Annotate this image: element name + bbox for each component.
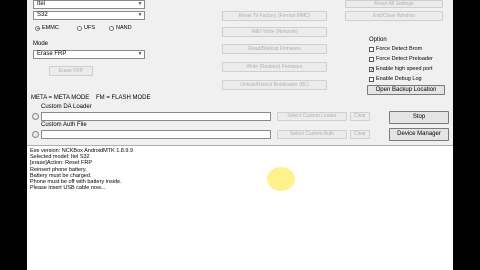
- checkbox-box: [369, 46, 374, 52]
- clear-custom-auth-button[interactable]: Clear: [350, 130, 370, 139]
- imei-write-button[interactable]: IMEI Write (Network): [222, 27, 327, 37]
- reset-factory-button[interactable]: Reset To Factory (Format MMC): [222, 11, 327, 21]
- chevron-down-icon: ▼: [137, 1, 143, 7]
- cursor-highlight: [267, 167, 295, 191]
- custom-auth-label: Custom Auth File: [41, 122, 87, 128]
- chevron-down-icon: ▼: [137, 51, 143, 57]
- mode-select-value: Erase FRP: [37, 51, 67, 57]
- checkbox-force-brom[interactable]: Force Detect Brom: [369, 46, 422, 52]
- app-window: Itel ▼ S32 ▼ EMMC UFS NAND Mode Erase FR…: [27, 0, 453, 270]
- unlock-bootloader-button[interactable]: Unlock/Relock Bootloader (BL): [222, 80, 327, 90]
- checkbox-box: [369, 56, 374, 62]
- log-output: Exe version: NCKBox AndroidMTK 1.8.9.9 S…: [27, 145, 453, 270]
- mode-label: Mode: [33, 41, 49, 47]
- checkbox-box: [369, 76, 374, 82]
- exit-button[interactable]: Exit/Close Window: [345, 11, 443, 21]
- radio-label: EMMC: [42, 25, 59, 31]
- flash-mode-legend: FM = FLASH MODE: [96, 95, 151, 101]
- checkbox-debug-log[interactable]: Enable Debug Log: [369, 76, 422, 82]
- custom-da-toggle[interactable]: [32, 113, 39, 120]
- checkbox-label: Force Detect Preloader: [376, 56, 433, 62]
- reset-settings-button[interactable]: Reset All Settings: [345, 0, 443, 8]
- radio-dot: [109, 25, 114, 31]
- meta-mode-legend: META = META MODE: [31, 95, 90, 101]
- checkbox-high-speed[interactable]: ✓ Enable high speed port: [369, 66, 433, 72]
- brand-select[interactable]: Itel ▼: [33, 0, 145, 9]
- model-select[interactable]: S32 ▼: [33, 11, 145, 20]
- checkbox-label: Force Detect Brom: [376, 46, 423, 52]
- select-custom-auth-button[interactable]: Select Custom Auth: [277, 130, 347, 139]
- radio-label: NAND: [116, 25, 132, 31]
- mode-select[interactable]: Erase FRP ▼: [33, 50, 145, 59]
- radio-emmc[interactable]: EMMC: [35, 25, 59, 31]
- select-custom-loader-button[interactable]: Select Custom Loader: [277, 112, 347, 121]
- checkbox-force-preloader[interactable]: Force Detect Preloader: [369, 56, 433, 62]
- device-manager-button[interactable]: Device Manager: [389, 128, 449, 141]
- checkbox-label: Enable high speed port: [376, 66, 433, 72]
- custom-auth-input[interactable]: [41, 130, 271, 139]
- erase-frp-button[interactable]: Erase FRP: [49, 66, 93, 76]
- radio-dot: [35, 25, 40, 31]
- custom-auth-toggle[interactable]: [32, 131, 39, 138]
- radio-ufs[interactable]: UFS: [77, 25, 95, 31]
- brand-select-value: Itel: [37, 1, 46, 7]
- checkmark-icon: ✓: [369, 66, 375, 73]
- read-firmware-button[interactable]: Read/Backup Firmware: [222, 44, 327, 54]
- checkbox-label: Enable Debug Log: [376, 76, 422, 82]
- radio-label: UFS: [84, 25, 95, 31]
- radio-nand[interactable]: NAND: [109, 25, 132, 31]
- chevron-down-icon: ▼: [137, 12, 143, 18]
- log-line: Please insert USB cable now...: [30, 185, 106, 192]
- clear-custom-loader-button[interactable]: Clear: [350, 112, 370, 121]
- radio-dot: [77, 25, 82, 31]
- open-backup-location-button[interactable]: Open Backup Location: [367, 85, 445, 95]
- option-title: Option: [369, 37, 387, 43]
- stop-button[interactable]: Stop: [389, 111, 449, 124]
- custom-da-label: Custom DA Loader: [41, 104, 92, 110]
- model-select-value: S32: [37, 12, 48, 18]
- write-firmware-button[interactable]: Write (Restore) Firmware: [222, 62, 327, 72]
- custom-da-input[interactable]: [41, 112, 271, 121]
